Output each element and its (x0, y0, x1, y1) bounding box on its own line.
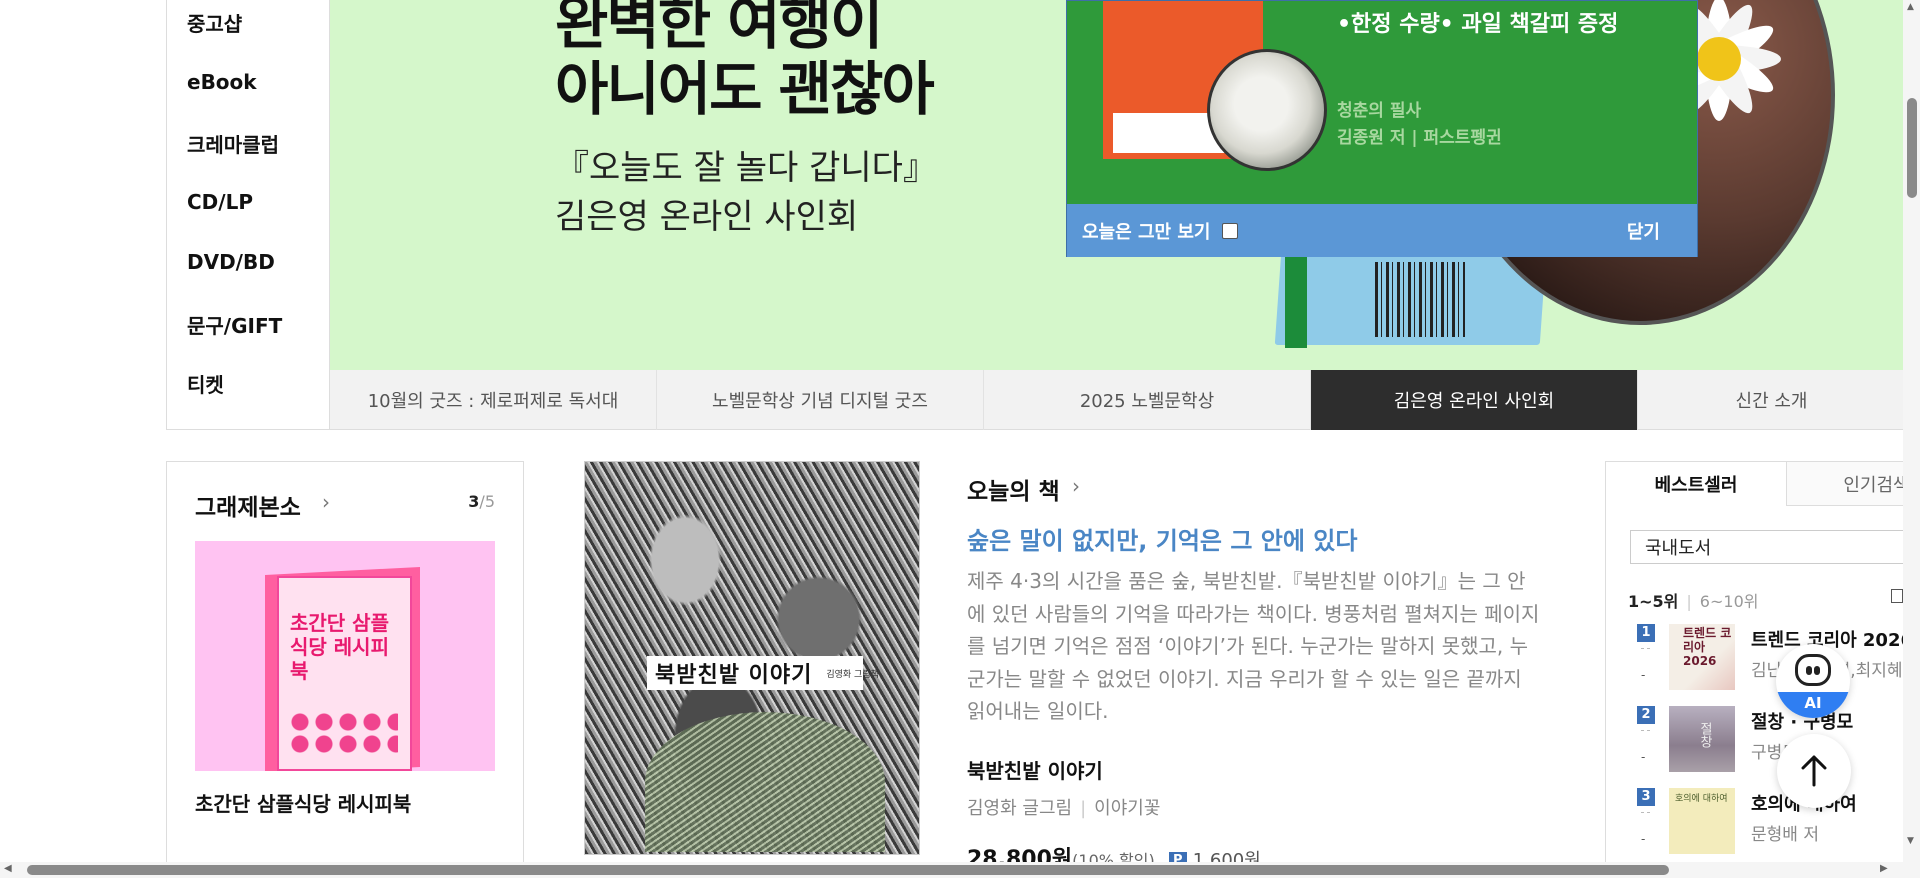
vertical-scrollbar[interactable]: ▲ ▼ (1903, 0, 1920, 862)
category-dvd-bd[interactable]: DVD/BD (187, 250, 275, 274)
list-item[interactable]: 2 - 절창 절창 · 구병모 구병모 저 (1606, 706, 1904, 780)
scroll-left-arrow-icon[interactable]: ◀ (4, 863, 12, 874)
bestseller-author: 문형배 저 (1751, 825, 1819, 845)
chevron-right-icon: › (322, 490, 330, 514)
tab-popular-search[interactable]: 인기검색 (1786, 462, 1904, 506)
tab-bestseller[interactable]: 베스트셀러 (1606, 462, 1786, 506)
popup-close-button[interactable]: 닫기 (1627, 218, 1660, 244)
ai-label: AI (1776, 692, 1850, 718)
scroll-down-arrow-icon[interactable]: ▼ (1907, 836, 1914, 846)
today-book-headline[interactable]: 숲은 말이 없지만, 기억은 그 안에 있다 (967, 521, 1357, 556)
bestseller-cover-3: 호의에 대하여 (1669, 788, 1735, 854)
category-gift[interactable]: 문구/GIFT (187, 310, 282, 339)
scroll-to-top-button[interactable] (1777, 734, 1851, 808)
banner-subtitle-2: 김은영 온라인 사인회 (555, 197, 859, 237)
popup-book-title: 청춘의 필사 (1337, 101, 1422, 121)
popup-promo-text: •한정 수량• 과일 책갈피 증정 (1337, 12, 1619, 37)
banner-headline-2: 아니어도 괜찮아 (555, 55, 935, 123)
rank-badge: 1 (1637, 624, 1655, 642)
dismiss-today-checkbox[interactable] (1222, 223, 1239, 239)
today-book-section-title[interactable]: 오늘의 책 (967, 472, 1060, 506)
bestseller-category-select[interactable]: 국내도서 (1630, 530, 1904, 564)
today-book-description: 제주 4·3의 시간을 품은 숲, 북받친밭.『북받친밭 이야기』는 그 안에 … (967, 569, 1540, 723)
today-book-author: 김영화 글그림 | 이야기꽃 (967, 798, 1161, 819)
card-caption[interactable]: 초간단 삼플식당 레시피북 (195, 788, 411, 817)
promo-popup: •한정 수량• 과일 책갈피 증정 청춘의 필사 김종원 저 | 퍼스트펭귄 오… (1066, 0, 1698, 257)
robot-icon (1795, 654, 1831, 686)
barcode-image (1375, 262, 1465, 337)
list-item[interactable]: 1 - 트렌드 코리아 2026 트렌드 코리아 2026 김난도,전미영,최지… (1606, 624, 1904, 698)
range-6-10[interactable]: 6~10위 (1700, 592, 1759, 611)
category-cd-lp[interactable]: CD/LP (187, 190, 253, 214)
list-item[interactable]: 3 - 호의에 대하여 호의에 대하여 문형배 저 (1606, 788, 1904, 862)
category-used-shop[interactable]: 중고샵 (187, 8, 242, 37)
scroll-up-arrow-icon[interactable]: ▲ (1907, 2, 1914, 12)
range-1-5[interactable]: 1~5위 (1628, 592, 1678, 611)
category-crema-club[interactable]: 크레마클럽 (187, 129, 279, 158)
list-toggle-icon[interactable] (1891, 589, 1903, 603)
popup-book-photo (1207, 49, 1327, 171)
chevron-right-icon: › (1072, 474, 1080, 498)
popup-footer: 오늘은 그만 보기 닫기 (1067, 204, 1697, 257)
card-pagination: 3/5 (468, 492, 495, 511)
category-ebook[interactable]: eBook (187, 70, 257, 94)
bestseller-range: 1~5위 | 6~10위 (1628, 592, 1759, 611)
horizontal-scroll-thumb[interactable] (27, 865, 1669, 875)
rank-badge: 2 (1637, 706, 1655, 724)
banner-tab-nobel-2025[interactable]: 2025 노벨문학상 (984, 370, 1311, 430)
category-ticket[interactable]: 티켓 (187, 369, 224, 398)
banner-tabs: 10월의 굿즈 : 제로퍼제로 독서대 노벨문학상 기념 디지털 굿즈 2025… (330, 370, 1905, 430)
arrow-up-icon (1801, 755, 1827, 787)
banner-tab-new-books[interactable]: 신간 소개 (1638, 370, 1905, 430)
popup-book-author: 김종원 저 | 퍼스트펭귄 (1337, 128, 1502, 148)
bestseller-panel: 베스트셀러 인기검색 국내도서 1~5위 | 6~10위 1 - 트렌드 코리아 2… (1605, 461, 1905, 878)
today-book-cover[interactable]: 북받친밭 이야기 김영화 그림책 (584, 461, 920, 855)
scroll-right-arrow-icon[interactable]: ▶ (1880, 863, 1888, 874)
vertical-scroll-thumb[interactable] (1907, 98, 1917, 198)
horizontal-scrollbar[interactable]: ◀ ▶ (0, 862, 1920, 878)
banner-tab-goods[interactable]: 10월의 굿즈 : 제로퍼제로 독서대 (330, 370, 657, 430)
recipe-book-image[interactable]: 초간단 삼플식당 레시피북 (195, 541, 495, 771)
recipe-cover-title: 초간단 삼플식당 레시피북 (290, 611, 389, 683)
banner-subtitle-1: 『오늘도 잘 놀다 갑니다』 (555, 148, 937, 188)
banner-tab-nobel-goods[interactable]: 노벨문학상 기념 디지털 굿즈 (657, 370, 984, 430)
cover-title-label: 북받친밭 이야기 김영화 그림책 (647, 656, 879, 690)
card-title[interactable]: 그래제본소 (195, 488, 301, 522)
bestseller-cover-1: 트렌드 코리아 2026 (1669, 624, 1735, 690)
graphic-bindery-card: 그래제본소 › 3/5 초간단 삼플식당 레시피북 초간단 삼플식당 레시피북 (166, 461, 524, 878)
banner-tab-signing[interactable]: 김은영 온라인 사인회 (1311, 370, 1638, 430)
dismiss-today-option[interactable]: 오늘은 그만 보기 (1082, 218, 1239, 244)
ai-assistant-button[interactable]: AI (1776, 644, 1850, 718)
category-menu: 중고샵 eBook 크레마클럽 CD/LP DVD/BD 문구/GIFT 티켓 (166, 0, 330, 430)
dismiss-today-label: 오늘은 그만 보기 (1082, 222, 1211, 243)
bestseller-cover-2: 절창 (1669, 706, 1735, 772)
rank-badge: 3 (1637, 788, 1655, 806)
today-book-title[interactable]: 북받친밭 이야기 (967, 755, 1103, 784)
